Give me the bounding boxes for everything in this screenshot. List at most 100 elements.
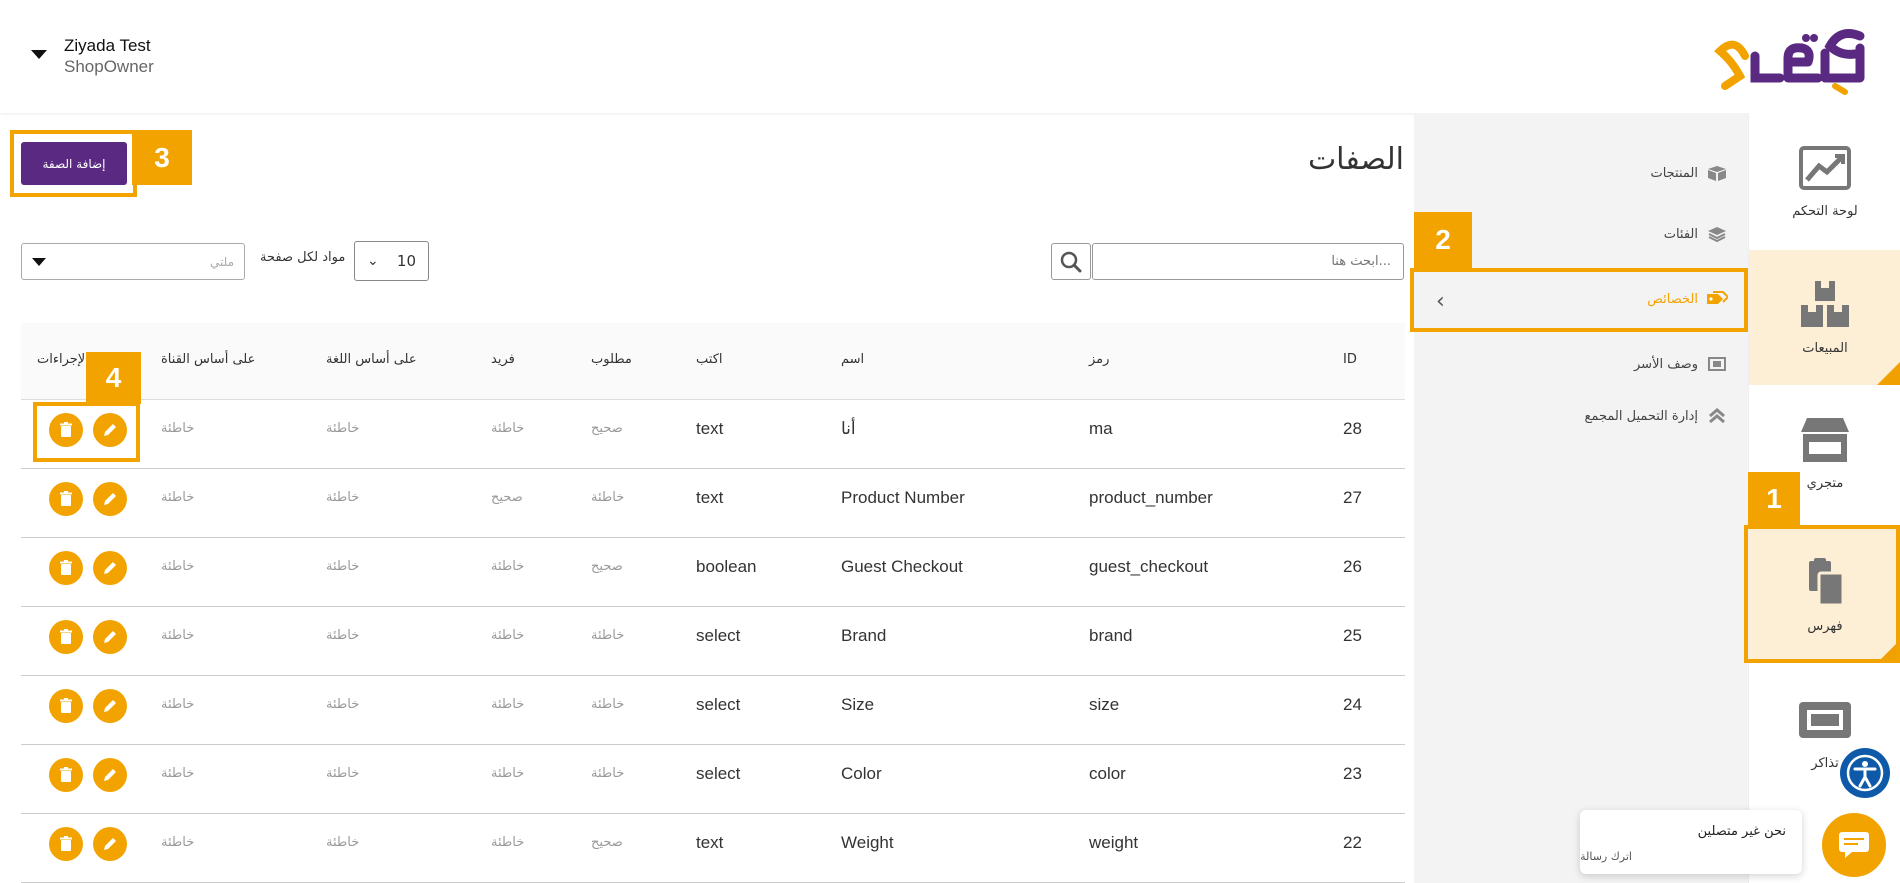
header-unique[interactable]: فريد [491,352,515,367]
table-row: 26 guest_checkout Guest Checkout boolean… [21,537,1405,607]
cell-channel-based: خاطئة [161,559,195,574]
cell-unique: خاطئة [491,421,525,436]
search-button[interactable] [1051,243,1091,280]
user-role: ShopOwner [64,57,154,76]
brand-logo[interactable] [1710,26,1880,96]
filter-placeholder: ملتي [209,254,234,269]
cell-channel-based: خاطئة [161,490,195,505]
box-icon [1708,166,1726,181]
header-channel-based[interactable]: على أساس القناة [161,352,255,367]
cell-code: size [1089,695,1120,714]
cell-code: weight [1089,833,1139,852]
header-required[interactable]: مطلوب [591,352,632,367]
cell-required: خاطئة [591,490,625,505]
cell-id: 24 [1343,695,1362,714]
subnav-item-categories[interactable]: الفئات [1664,226,1728,242]
header-locale-based[interactable]: على أساس اللغة [326,352,417,367]
page-title: الصفات [1307,142,1404,177]
pencil-icon [104,700,116,712]
chat-status: نحن غير متصلين [1697,824,1786,839]
accessibility-button[interactable] [1840,748,1890,798]
layers-icon [1708,227,1726,242]
table-row: 27 product_number Product Number text خا… [21,468,1405,538]
cell-type: select [696,764,741,783]
header-code[interactable]: رمز [1089,352,1109,367]
cell-required: صحيح [591,421,623,436]
cell-name: Product Number [841,488,965,507]
subnav-label: المنتجات [1650,165,1698,181]
header-name[interactable]: اسم [841,352,864,367]
table-header: ID رمز اسم اكتب مطلوب فريد على أساس اللغ… [21,323,1405,400]
edit-button[interactable] [93,827,127,861]
table-row: 25 brand Brand select خاطئة خاطئة خاطئة … [21,606,1405,676]
annotation-1: 1 [1748,472,1800,525]
cell-name: Size [841,695,875,714]
subnav-label: إدارة التحميل المجمع [1584,408,1698,424]
edit-button[interactable] [93,620,127,654]
edit-button[interactable] [93,551,127,585]
cell-name: Weight [841,833,894,852]
pencil-icon [104,838,116,850]
upload-icon [1709,408,1725,424]
header-type[interactable]: اكتب [696,352,723,367]
cell-unique: خاطئة [491,559,525,574]
cell-code: color [1089,764,1126,783]
search-icon [1060,251,1082,272]
cell-locale-based: خاطئة [326,559,360,574]
user-name[interactable]: Ziyada Test [64,36,151,56]
rail-label: تذاكر [1811,756,1839,771]
cell-locale-based: خاطئة [326,697,360,712]
cell-id: 26 [1343,557,1362,576]
edit-button[interactable] [93,758,127,792]
user-menu-caret-icon[interactable] [31,50,47,59]
ticket-icon [1799,702,1851,738]
chat-leave-message[interactable]: اترك رسالة [1580,850,1632,863]
header-actions: الإجراءات [37,352,89,367]
rail-item-dashboard[interactable]: لوحة التحكم [1749,113,1900,248]
table-row: 22 weight Weight text صحيح خاطئة خاطئة خ… [21,813,1405,883]
per-page-select[interactable]: ⌄ 10 [354,241,429,281]
header-id[interactable]: ID [1343,352,1357,367]
subnav-item-products[interactable]: المنتجات [1650,165,1728,181]
chat-button[interactable] [1819,810,1889,880]
trash-icon [60,629,72,644]
rail-item-sales[interactable]: المبيعات [1749,250,1900,385]
cell-type: text [696,419,724,438]
annotation-frame-3 [10,130,137,197]
delete-button[interactable] [49,827,83,861]
cell-channel-based: خاطئة [161,421,195,436]
search-input[interactable] [1092,243,1404,280]
delete-button[interactable] [49,689,83,723]
delete-button[interactable] [49,758,83,792]
cell-channel-based: خاطئة [161,835,195,850]
rail-label: متجري [1806,476,1844,491]
edit-button[interactable] [93,689,127,723]
store-icon [1801,418,1849,462]
subnav-item-families[interactable]: وصف الأسر [1634,356,1728,372]
delete-button[interactable] [49,620,83,654]
filter-select[interactable]: ملتي [21,243,245,280]
corner-indicator [1877,361,1900,385]
delete-button[interactable] [49,551,83,585]
cell-channel-based: خاطئة [161,766,195,781]
cell-type: text [696,833,724,852]
cell-unique: خاطئة [491,835,525,850]
cell-name: Color [841,764,882,783]
per-page-label: مواد لكل صفحة [260,250,346,265]
chat-widget[interactable]: نحن غير متصلين اترك رسالة [1580,810,1802,874]
cell-name: أنا [841,419,856,438]
cell-code: product_number [1089,488,1213,507]
edit-button[interactable] [93,482,127,516]
annotation-frame-2 [1410,268,1748,332]
annotation-4: 4 [86,352,141,404]
chat-bubble-icon [1839,832,1869,858]
annotation-frame-1 [1744,525,1900,663]
subnav-item-bulk-upload[interactable]: إدارة التحميل المجمع [1585,408,1728,424]
delete-button[interactable] [49,482,83,516]
cell-type: boolean [696,557,757,576]
pencil-icon [104,631,116,643]
cell-type: text [696,488,724,507]
subnav-label: وصف الأسر [1634,356,1698,372]
cell-name: Brand [841,626,887,645]
cell-code: ma [1089,419,1113,438]
